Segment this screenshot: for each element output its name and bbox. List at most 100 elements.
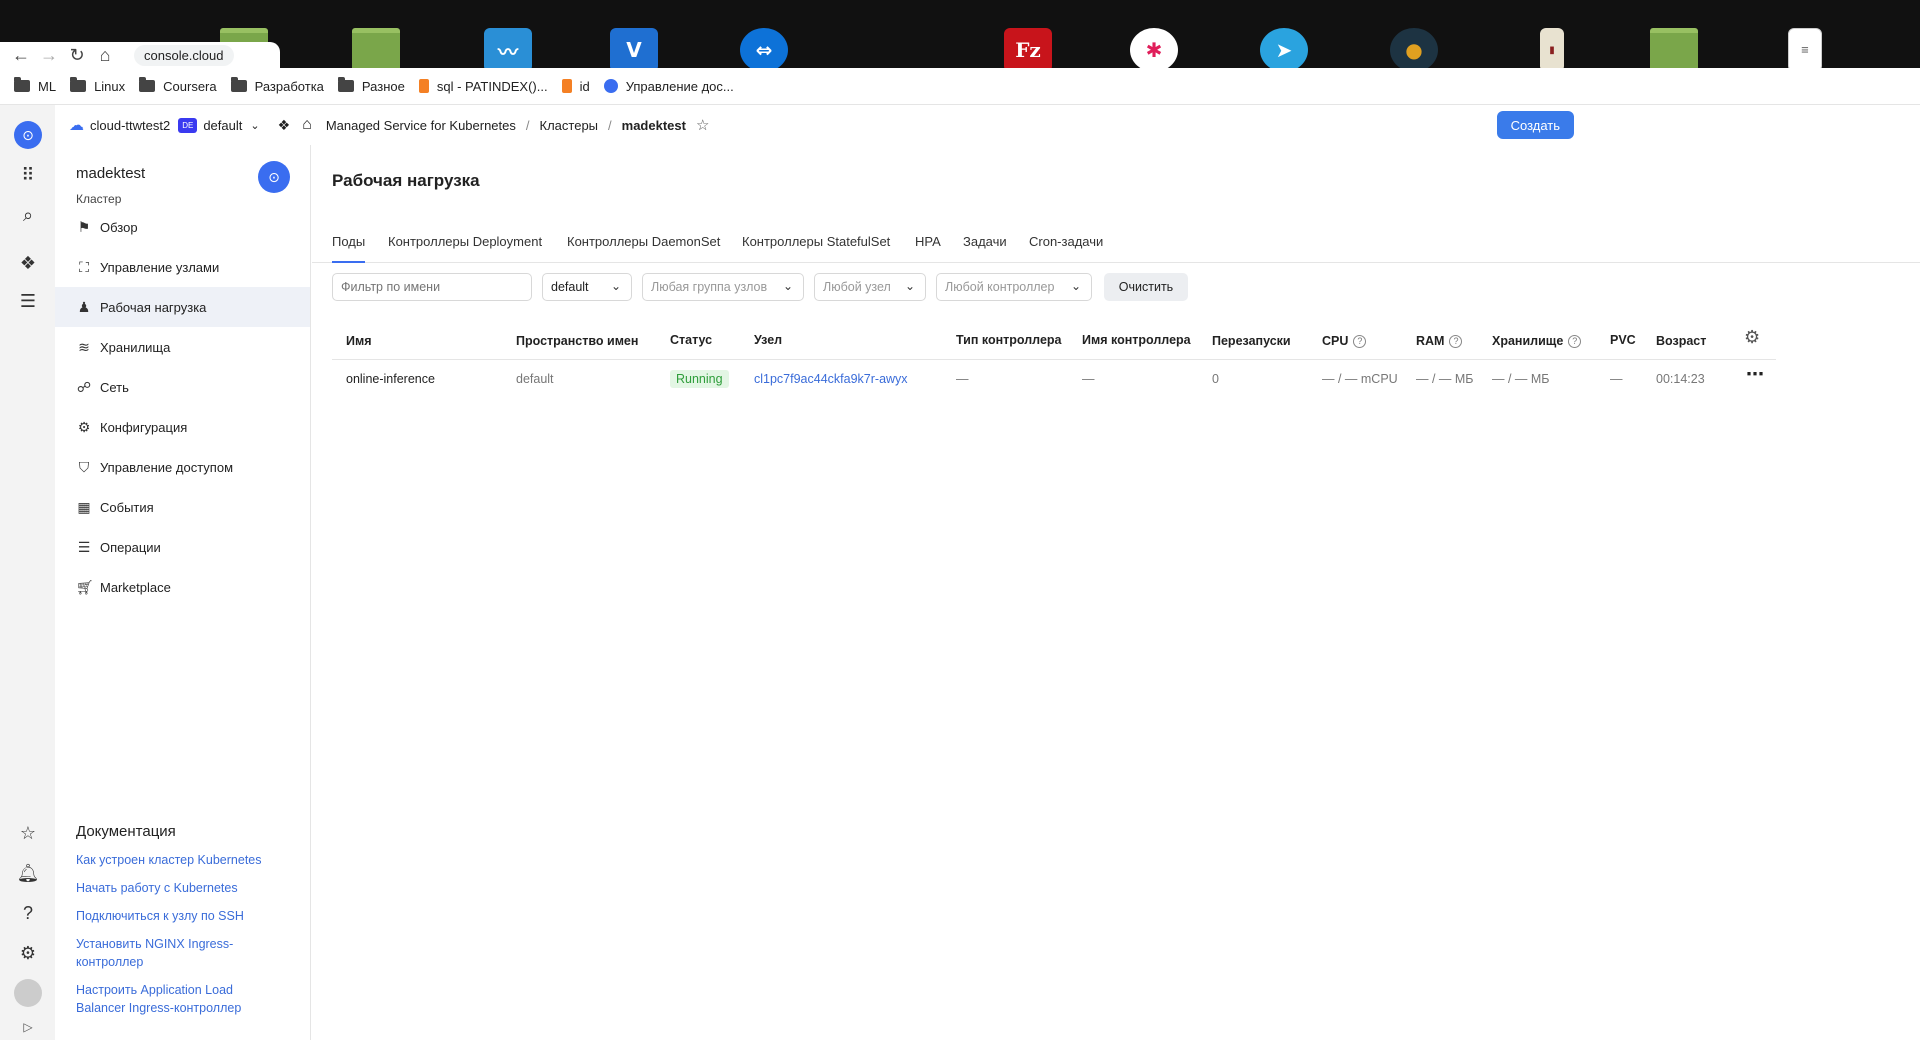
tab-jobs[interactable]: Задачи <box>963 225 1007 263</box>
bookmark-sql[interactable]: sql - PATINDEX()... <box>418 79 548 94</box>
column-header[interactable]: Возраст <box>1656 332 1706 350</box>
column-header[interactable]: Статус <box>670 331 712 349</box>
cloud-name[interactable]: cloud-ttwtest2 <box>90 118 170 133</box>
kubernetes-icon[interactable]: ❖ <box>14 249 42 277</box>
home-icon[interactable]: ⌂ <box>302 116 312 134</box>
bookmark-raznoe[interactable]: Разное <box>337 77 405 94</box>
bookmark-id[interactable]: id <box>561 79 590 94</box>
search-icon[interactable]: ⌕ <box>14 201 42 229</box>
monitor-app-icon[interactable]: 〰 <box>484 28 532 72</box>
bookmark-ml[interactable]: ML <box>14 77 56 94</box>
sidebar-item-workload[interactable]: ♟ Рабочая нагрузка <box>55 287 310 327</box>
back-icon[interactable]: ← <box>12 45 30 66</box>
pod-name[interactable]: online-inference <box>346 370 435 388</box>
node-group-select[interactable]: Любая группа узлов ⌄ <box>642 273 804 301</box>
column-header[interactable]: PVC <box>1610 331 1636 349</box>
folder-icon[interactable] <box>352 28 400 72</box>
column-header[interactable]: Узел <box>754 331 782 349</box>
sidebar-item-config[interactable]: ⚙ Конфигурация <box>55 407 310 447</box>
telegram-icon[interactable]: ➤ <box>1260 28 1308 72</box>
forward-icon[interactable]: → <box>40 45 58 66</box>
sidebar-item-storage[interactable]: ≋ Хранилища <box>55 327 310 367</box>
sidebar-item-events[interactable]: ▦ События <box>55 487 310 527</box>
services-grid-icon[interactable]: ⠿ <box>14 161 42 189</box>
bookmark-access[interactable]: Управление дос... <box>603 79 734 94</box>
tab-pods[interactable]: Поды <box>332 225 366 263</box>
help-icon[interactable]: ? <box>1568 335 1582 348</box>
flag-icon: ⚑ <box>77 218 91 235</box>
clear-button[interactable]: Очистить <box>1104 273 1188 301</box>
chevron-down-icon[interactable]: ⌄ <box>250 119 259 132</box>
node-select[interactable]: Любой узел ⌄ <box>814 273 926 301</box>
tab-hpa[interactable]: HPA <box>915 225 941 263</box>
kubernetes-logo-icon: ⊙ <box>258 161 290 193</box>
column-header-cpu[interactable]: CPU? <box>1322 332 1367 350</box>
doc-link[interactable]: Настроить Application Load Balancer Ingr… <box>76 981 266 1017</box>
kubernetes-icon: ❖ <box>277 116 291 133</box>
column-header-ram[interactable]: RAM? <box>1416 332 1463 350</box>
tab-daemonsets[interactable]: Контроллеры DaemonSet <box>567 225 720 263</box>
teamviewer-icon[interactable]: ⇔ <box>740 28 788 72</box>
avatar[interactable] <box>14 979 42 1007</box>
left-rail: ⊙ ⠿ ⌕ ❖ ☰ ☆ 🔔︎ ? ⚙ ▷ <box>0 105 55 1040</box>
document-icon[interactable]: ≡ <box>1788 28 1822 72</box>
bookmark-coursera[interactable]: Coursera <box>139 77 217 94</box>
column-header[interactable]: Пространство имен <box>516 332 638 350</box>
column-header[interactable]: Имя <box>346 332 372 350</box>
star-icon[interactable]: ☆ <box>14 819 42 847</box>
tasks-icon[interactable]: ☰ <box>14 287 42 315</box>
settings-icon[interactable]: ⚙ <box>14 939 42 967</box>
controller-select[interactable]: Любой контроллер ⌄ <box>936 273 1092 301</box>
cloud-logo-icon[interactable]: ⊙ <box>14 121 42 149</box>
sidebar-item-network[interactable]: ☍ Сеть <box>55 367 310 407</box>
breadcrumb-service[interactable]: Managed Service for Kubernetes <box>326 118 516 133</box>
sidebar-item-overview[interactable]: ⚑ Обзор <box>55 207 310 247</box>
sidebar: madektest Кластер ⊙ ⚑ Обзор ⛶ Управление у… <box>55 145 311 1040</box>
book-icon[interactable]: ▮ <box>1540 28 1564 72</box>
doc-link[interactable]: Подключиться к узлу по SSH <box>76 907 286 925</box>
star-icon[interactable]: ☆ <box>696 116 709 134</box>
filezilla-icon[interactable]: Fz <box>1004 28 1052 72</box>
vscode-icon[interactable]: V <box>610 28 658 72</box>
folder-icon[interactable] <box>1650 28 1698 72</box>
home-icon[interactable]: ⌂ <box>96 45 114 66</box>
reload-icon[interactable]: ↻ <box>68 45 86 66</box>
sidebar-item-operations[interactable]: ☰ Операции <box>55 527 310 567</box>
breadcrumb-clusters[interactable]: Кластеры <box>540 118 599 133</box>
help-icon[interactable]: ? <box>1449 335 1463 348</box>
column-header[interactable]: Имя контроллера <box>1082 331 1191 349</box>
column-header-label: Хранилище <box>1492 334 1564 348</box>
slack-icon[interactable]: ✱ <box>1130 28 1178 72</box>
more-actions-icon[interactable]: ⋯ <box>1746 365 1765 383</box>
column-header[interactable]: Тип контроллера <box>956 331 1061 349</box>
bookmark-linux[interactable]: Linux <box>70 77 125 94</box>
name-filter-input[interactable] <box>332 273 532 301</box>
tab-statefulsets[interactable]: Контроллеры StatefulSet <box>742 225 890 263</box>
table-settings-icon[interactable]: ⚙ <box>1744 328 1760 346</box>
os-taskbar: 〰 V ⇔ Fz ✱ ➤ ● ▮ ≡ <box>0 0 1920 72</box>
expand-icon[interactable]: ▷ <box>14 1013 42 1040</box>
dbeaver-icon[interactable]: ● <box>1390 28 1438 72</box>
tab-deployments[interactable]: Контроллеры Deployment <box>388 225 542 263</box>
column-header[interactable]: Перезапуски <box>1212 332 1291 350</box>
tab-cronjobs[interactable]: Cron-задачи <box>1029 225 1103 263</box>
help-icon[interactable]: ? <box>1353 335 1367 348</box>
doc-link[interactable]: Как устроен кластер Kubernetes <box>76 851 286 869</box>
create-button[interactable]: Создать <box>1496 111 1574 139</box>
ram-usage: — / — МБ <box>1416 372 1474 386</box>
sidebar-item-marketplace[interactable]: 🛒︎ Marketplace <box>55 567 310 607</box>
doc-link[interactable]: Установить NGINX Ingress-контроллер <box>76 935 256 971</box>
sidebar-item-access[interactable]: ⛉ Управление доступом <box>55 447 310 487</box>
bell-icon[interactable]: 🔔︎ <box>14 859 42 887</box>
url-bar[interactable]: console.cloud <box>134 44 234 66</box>
sidebar-item-nodes[interactable]: ⛶ Управление узлами <box>55 247 310 287</box>
database-icon: ≋ <box>78 338 90 355</box>
bookmark-razrabotka[interactable]: Разработка <box>230 77 324 94</box>
namespace-select[interactable]: default ⌄ <box>542 273 632 301</box>
column-header-storage[interactable]: Хранилище? <box>1492 332 1582 350</box>
node-link[interactable]: cl1pc7f9ac44ckfa9k7r-awyx <box>754 370 908 388</box>
doc-link[interactable]: Начать работу с Kubernetes <box>76 879 286 897</box>
help-icon[interactable]: ? <box>14 899 42 927</box>
cpu-usage: — / — mCPU <box>1322 372 1398 386</box>
folder-name[interactable]: default <box>203 118 242 133</box>
